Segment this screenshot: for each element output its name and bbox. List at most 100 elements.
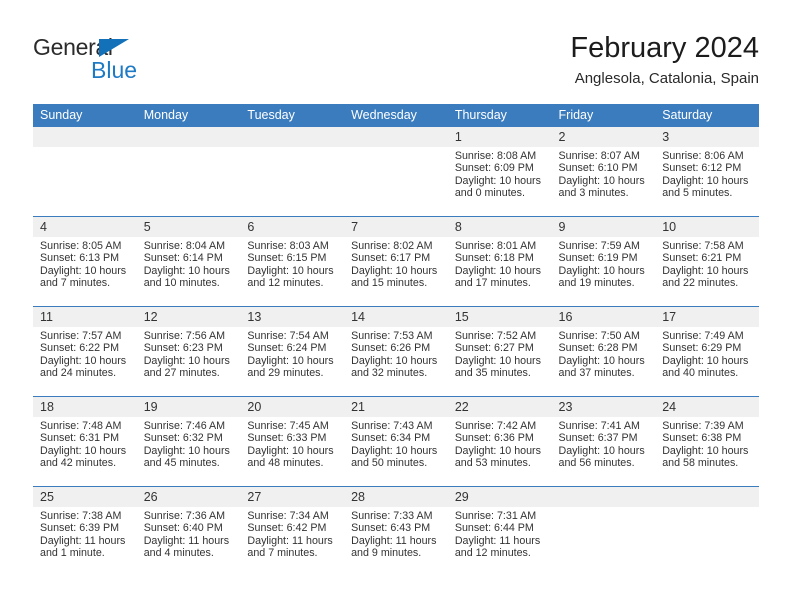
calendar-day-cell[interactable]: 12 Sunrise: 7:56 AM Sunset: 6:23 PM Dayligh…	[136, 307, 241, 397]
day-cell-inner: 9 Sunrise: 7:59 AM Sunset: 6:19 PM Daylight…	[551, 217, 656, 306]
day-number: 19	[136, 397, 241, 417]
sun-info-daylight2-line: and 0 minutes.	[454, 187, 525, 200]
sun-info-daylight2-line: and 17 minutes.	[454, 277, 531, 290]
sun-info-daylight2-line: and 37 minutes.	[558, 367, 635, 380]
sun-info-sunrise-line: Sunrise: 7:38 AM	[40, 510, 122, 522]
day-cell-inner: 18 Sunrise: 7:48 AM Sunset: 6:31 PM Dayligh…	[33, 397, 137, 486]
sun-info-daylight2-line: and 4 minutes.	[143, 547, 214, 560]
calendar-day-cell[interactable]: 23 Sunrise: 7:41 AM Sunset: 6:37 PM Dayligh…	[551, 397, 656, 487]
day-number: 13	[240, 307, 345, 327]
sun-info-daylight2-line: and 24 minutes.	[40, 367, 117, 380]
sun-info-sunrise-line: Sunrise: 7:57 AM	[40, 330, 122, 342]
calendar-day-cell[interactable]: 10 Sunrise: 7:58 AM Sunset: 6:21 PM Dayligh…	[655, 217, 759, 307]
calendar-day-cell[interactable]: 28 Sunrise: 7:33 AM Sunset: 6:43 PM Dayligh…	[344, 487, 448, 577]
calendar-day-cell[interactable]: 29 Sunrise: 7:31 AM Sunset: 6:44 PM Dayligh…	[447, 487, 552, 577]
sun-info-daylight2-line: and 40 minutes.	[662, 367, 739, 380]
sun-info-daylight1-line: Daylight: 10 hours	[351, 354, 438, 367]
calendar-day-cell[interactable]: 13 Sunrise: 7:54 AM Sunset: 6:24 PM Dayligh…	[240, 307, 345, 397]
calendar-day-cell[interactable]: 5 Sunrise: 8:04 AM Sunset: 6:14 PM Daylight…	[136, 217, 241, 307]
sun-info-sunset-line: Sunset: 6:42 PM	[247, 522, 327, 535]
calendar-day-cell[interactable]: 24 Sunrise: 7:39 AM Sunset: 6:38 PM Dayligh…	[655, 397, 759, 487]
calendar-day-cell[interactable]: 7 Sunrise: 8:02 AM Sunset: 6:17 PM Daylight…	[344, 217, 448, 307]
logo-triangle-icon	[99, 39, 129, 57]
day-cell-inner: 5 Sunrise: 8:04 AM Sunset: 6:14 PM Daylight…	[136, 217, 241, 306]
day-cell-inner: 11 Sunrise: 7:57 AM Sunset: 6:22 PM Dayligh…	[33, 307, 137, 396]
calendar-day-cell[interactable]: 26 Sunrise: 7:36 AM Sunset: 6:40 PM Dayligh…	[136, 487, 241, 577]
sun-info-sunset-line: Sunset: 6:29 PM	[662, 342, 742, 355]
calendar-day-cell[interactable]: 2 Sunrise: 8:07 AM Sunset: 6:10 PM Daylight…	[551, 127, 656, 217]
calendar-day-cell[interactable]: 15 Sunrise: 7:52 AM Sunset: 6:27 PM Dayligh…	[447, 307, 552, 397]
day-cell-inner: 22 Sunrise: 7:42 AM Sunset: 6:36 PM Dayligh…	[447, 397, 552, 486]
calendar-day-cell[interactable]: 27 Sunrise: 7:34 AM Sunset: 6:42 PM Dayligh…	[240, 487, 345, 577]
sun-info-sunrise-line: Sunrise: 7:39 AM	[662, 420, 744, 432]
day-number	[33, 127, 137, 147]
day-number: 26	[136, 487, 241, 507]
sun-info-sunset-line: Sunset: 6:21 PM	[662, 252, 742, 265]
calendar-cell-empty	[344, 127, 448, 217]
calendar-week-row: 11 Sunrise: 7:57 AM Sunset: 6:22 PM Dayligh…	[33, 306, 759, 397]
day-sun-info: Sunrise: 7:59 AM Sunset: 6:19 PM Daylight:…	[552, 237, 656, 290]
sun-info-sunrise-line: Sunrise: 7:36 AM	[143, 510, 226, 522]
calendar-day-cell[interactable]: 8 Sunrise: 8:01 AM Sunset: 6:18 PM Daylight…	[447, 217, 552, 307]
day-cell-inner	[344, 127, 448, 216]
day-number: 11	[33, 307, 137, 327]
calendar-table: Sunday Monday Tuesday Wednesday Thursday Frid…	[33, 104, 759, 576]
day-number: 6	[240, 217, 345, 237]
sun-info-sunset-line: Sunset: 6:12 PM	[662, 162, 742, 175]
logo-top-row: General	[33, 34, 233, 60]
sun-info-daylight1-line: Daylight: 10 hours	[558, 354, 645, 367]
page-title: February 2024	[570, 32, 759, 64]
calendar-cell-empty	[240, 127, 345, 217]
day-sun-info: Sunrise: 7:56 AM Sunset: 6:23 PM Daylight:…	[137, 327, 241, 380]
location-subtitle: Anglesola, Catalonia, Spain	[574, 70, 759, 87]
sun-info-sunset-line: Sunset: 6:17 PM	[351, 252, 431, 265]
day-number: 8	[447, 217, 552, 237]
calendar-day-cell[interactable]: 19 Sunrise: 7:46 AM Sunset: 6:32 PM Dayligh…	[136, 397, 241, 487]
sun-info-daylight2-line: and 7 minutes.	[40, 277, 111, 290]
day-sun-info: Sunrise: 7:41 AM Sunset: 6:37 PM Daylight:…	[552, 417, 656, 470]
sun-info-sunrise-line: Sunrise: 7:50 AM	[558, 330, 640, 342]
sun-info-daylight1-line: Daylight: 10 hours	[662, 444, 749, 457]
calendar-day-cell[interactable]: 17 Sunrise: 7:49 AM Sunset: 6:29 PM Dayligh…	[655, 307, 759, 397]
calendar-body: 1 Sunrise: 8:08 AM Sunset: 6:09 PM Daylight…	[33, 126, 759, 577]
calendar-day-cell[interactable]: 22 Sunrise: 7:42 AM Sunset: 6:36 PM Dayligh…	[447, 397, 552, 487]
sun-info-sunrise-line: Sunrise: 7:45 AM	[247, 420, 329, 432]
day-cell-inner: 26 Sunrise: 7:36 AM Sunset: 6:40 PM Dayligh…	[136, 487, 241, 576]
calendar-day-cell[interactable]: 25 Sunrise: 7:38 AM Sunset: 6:39 PM Dayligh…	[33, 487, 137, 577]
general-blue-logo[interactable]: General Blue	[33, 34, 233, 83]
calendar-day-cell[interactable]: 20 Sunrise: 7:45 AM Sunset: 6:33 PM Dayligh…	[240, 397, 345, 487]
calendar-day-cell[interactable]: 9 Sunrise: 7:59 AM Sunset: 6:19 PM Daylight…	[551, 217, 656, 307]
sun-info-daylight2-line: and 9 minutes.	[351, 547, 422, 560]
day-cell-inner: 24 Sunrise: 7:39 AM Sunset: 6:38 PM Dayligh…	[655, 397, 759, 486]
sun-info-sunset-line: Sunset: 6:26 PM	[351, 342, 431, 355]
sun-info-daylight2-line: and 3 minutes.	[558, 187, 629, 200]
calendar-day-cell[interactable]: 11 Sunrise: 7:57 AM Sunset: 6:22 PM Dayligh…	[33, 307, 137, 397]
day-number: 24	[655, 397, 759, 417]
day-sun-info: Sunrise: 7:33 AM Sunset: 6:43 PM Daylight:…	[344, 507, 448, 560]
calendar-day-cell[interactable]: 18 Sunrise: 7:48 AM Sunset: 6:31 PM Dayligh…	[33, 397, 137, 487]
calendar-day-cell[interactable]: 3 Sunrise: 8:06 AM Sunset: 6:12 PM Daylight…	[655, 127, 759, 217]
day-sun-info: Sunrise: 8:03 AM Sunset: 6:15 PM Daylight:…	[240, 237, 344, 290]
calendar-day-cell[interactable]: 4 Sunrise: 8:05 AM Sunset: 6:13 PM Daylight…	[33, 217, 137, 307]
day-sun-info: Sunrise: 8:08 AM Sunset: 6:09 PM Daylight:…	[448, 147, 552, 200]
calendar-day-cell[interactable]: 14 Sunrise: 7:53 AM Sunset: 6:26 PM Dayligh…	[344, 307, 448, 397]
calendar-week-row: 1 Sunrise: 8:08 AM Sunset: 6:09 PM Daylight…	[33, 126, 759, 217]
sun-info-sunset-line: Sunset: 6:33 PM	[247, 432, 327, 445]
day-cell-inner: 10 Sunrise: 7:58 AM Sunset: 6:21 PM Dayligh…	[655, 217, 759, 306]
calendar-day-cell[interactable]: 6 Sunrise: 8:03 AM Sunset: 6:15 PM Daylight…	[240, 217, 345, 307]
calendar-day-cell[interactable]: 16 Sunrise: 7:50 AM Sunset: 6:28 PM Dayligh…	[551, 307, 656, 397]
calendar-day-cell[interactable]: 21 Sunrise: 7:43 AM Sunset: 6:34 PM Dayligh…	[344, 397, 448, 487]
sun-info-daylight2-line: and 10 minutes.	[143, 277, 220, 290]
sun-info-daylight1-line: Daylight: 10 hours	[454, 354, 541, 367]
sun-info-sunset-line: Sunset: 6:15 PM	[247, 252, 327, 265]
sun-info-sunset-line: Sunset: 6:43 PM	[351, 522, 431, 535]
sun-info-sunrise-line: Sunrise: 8:03 AM	[247, 240, 329, 252]
day-number: 14	[344, 307, 448, 327]
calendar-day-cell[interactable]: 1 Sunrise: 8:08 AM Sunset: 6:09 PM Daylight…	[447, 127, 552, 217]
day-sun-info: Sunrise: 8:06 AM Sunset: 6:12 PM Daylight:…	[655, 147, 759, 200]
day-sun-info	[137, 147, 241, 150]
weekday-header-sunday: Sunday	[33, 104, 137, 127]
day-cell-inner: 15 Sunrise: 7:52 AM Sunset: 6:27 PM Dayligh…	[447, 307, 552, 396]
sun-info-daylight1-line: Daylight: 10 hours	[662, 354, 749, 367]
sun-info-daylight1-line: Daylight: 10 hours	[143, 354, 230, 367]
